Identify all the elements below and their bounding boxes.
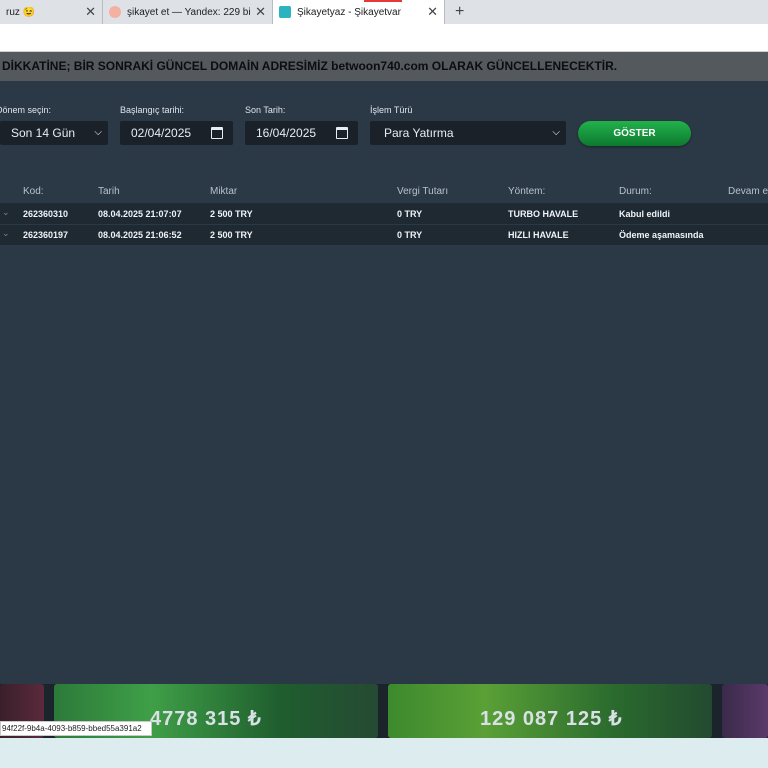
transactions-table: Kod: Tarih Miktar Vergi Tutarı Yöntem: D…: [0, 180, 768, 246]
close-tab-icon[interactable]: ✕: [427, 4, 438, 20]
end-date-value: 16/04/2025: [256, 126, 317, 140]
period-label: Dönem seçin:: [0, 105, 52, 115]
period-select[interactable]: Son 14 Gün ⌵: [0, 121, 108, 145]
address-bar[interactable]: [0, 24, 768, 52]
cell-method: TURBO HAVALE: [508, 209, 579, 219]
table-row[interactable]: ⌄ 262360310 08.04.2025 21:07:07 2 500 TR…: [0, 204, 768, 225]
tab-loading-indicator: [364, 0, 402, 2]
calendar-icon[interactable]: [336, 127, 348, 139]
cell-date: 08.04.2025 21:07:07: [98, 209, 182, 219]
browser-tab-1[interactable]: ruz 😉 ✕: [0, 0, 103, 24]
cell-tax: 0 TRY: [397, 209, 423, 219]
cell-amount: 2 500 TRY: [210, 209, 253, 219]
tab-title: ruz 😉: [6, 6, 36, 18]
table-row[interactable]: ⌄ 262360197 08.04.2025 21:06:52 2 500 TR…: [0, 225, 768, 246]
jackpot-banner-2[interactable]: 129 087 125 ₺: [388, 684, 712, 738]
table-header: Kod: Tarih Miktar Vergi Tutarı Yöntem: D…: [0, 180, 768, 204]
chevron-down-icon[interactable]: ⌄: [2, 228, 10, 239]
header-tax: Vergi Tutarı: [397, 186, 449, 197]
yandex-icon: [109, 6, 121, 18]
transaction-type-select[interactable]: Para Yatırma ⌵: [370, 121, 566, 145]
new-tab-button[interactable]: +: [455, 3, 464, 21]
cell-amount: 2 500 TRY: [210, 230, 253, 240]
end-date-label: Son Tarih:: [245, 105, 286, 115]
jackpot-amount: 4778 315 ₺: [150, 708, 262, 730]
cell-method: HIZLI HAVALE: [508, 230, 569, 240]
jackpot-amount: 129 087 125 ₺: [480, 708, 623, 730]
cell-code: 262360197: [23, 230, 69, 240]
status-url: 94f22f-9b4a-4093-b859-bbed55a391a2: [0, 721, 152, 736]
tab-title: şikayet et — Yandex: 229 bin sonuç: [127, 6, 251, 18]
filter-bar: Dönem seçin: Son 14 Gün ⌵ Başlangıç tari…: [0, 105, 768, 150]
cell-tax: 0 TRY: [397, 230, 423, 240]
header-code: Kod:: [23, 186, 44, 197]
close-tab-icon[interactable]: ✕: [85, 4, 96, 20]
browser-tab-3[interactable]: Şikayetyaz - Şikayetvar ✕: [273, 0, 445, 24]
cell-date: 08.04.2025 21:06:52: [98, 230, 182, 240]
period-value: Son 14 Gün: [11, 126, 76, 140]
calendar-icon[interactable]: [211, 127, 223, 139]
start-date-input[interactable]: 02/04/2025: [120, 121, 233, 145]
cell-status: Kabul edildi: [619, 209, 671, 219]
header-amount: Miktar: [210, 186, 238, 197]
browser-tab-2[interactable]: şikayet et — Yandex: 229 bin sonuç ✕: [103, 0, 273, 24]
domain-notice: DİKKATİNE; BİR SONRAKİ GÜNCEL DOMAİN ADR…: [0, 52, 768, 81]
header-status: Durum:: [619, 186, 652, 197]
browser-tab-strip: ruz 😉 ✕ şikayet et — Yandex: 229 bin son…: [0, 0, 768, 24]
end-date-input[interactable]: 16/04/2025: [245, 121, 358, 145]
header-date: Tarih: [98, 186, 120, 197]
start-date-label: Başlangıç tarihi:: [120, 105, 185, 115]
transaction-type-value: Para Yatırma: [384, 126, 454, 140]
chevron-down-icon[interactable]: ⌄: [2, 207, 10, 218]
close-tab-icon[interactable]: ✕: [255, 4, 266, 20]
cell-code: 262360310: [23, 209, 69, 219]
header-continue: Devam et: [728, 186, 768, 197]
show-button[interactable]: GÖSTER: [578, 121, 691, 146]
transaction-type-label: İşlem Türü: [370, 105, 413, 115]
promo-banner-right[interactable]: [722, 684, 768, 738]
tab-title: Şikayetyaz - Şikayetvar: [297, 6, 401, 18]
chevron-down-icon: ⌵: [94, 127, 102, 138]
chevron-down-icon: ⌵: [552, 127, 560, 138]
cell-status: Ödeme aşamasında: [619, 230, 704, 240]
header-method: Yöntem:: [508, 186, 546, 197]
sikayetvar-icon: [279, 6, 291, 18]
taskbar: [0, 738, 768, 768]
start-date-value: 02/04/2025: [131, 126, 192, 140]
